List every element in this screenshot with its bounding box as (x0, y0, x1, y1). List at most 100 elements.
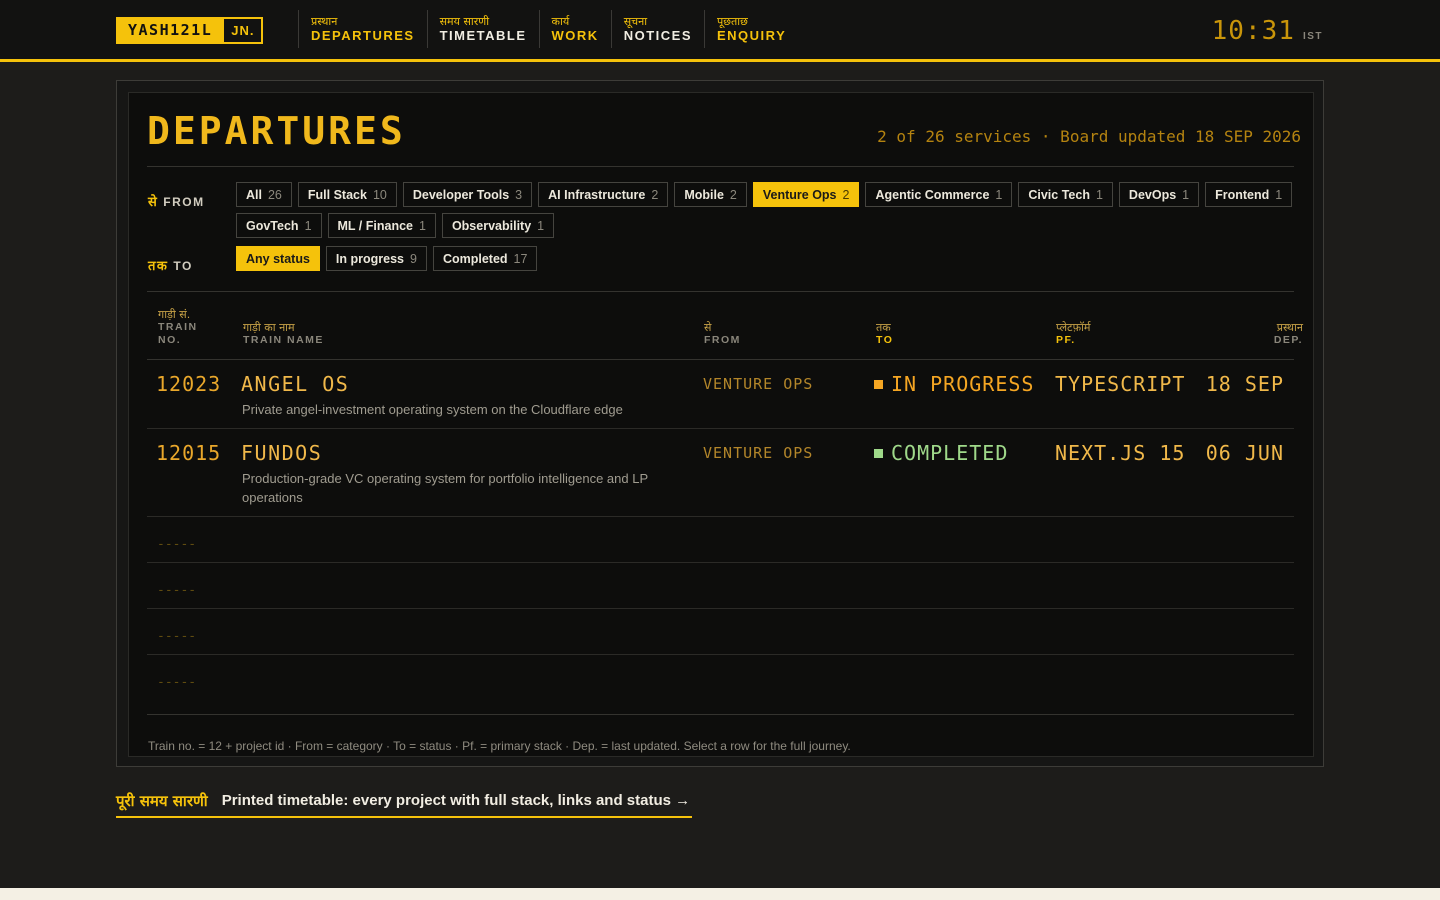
category-chip[interactable]: Agentic Commerce 1 (865, 182, 1013, 207)
nav-label: NOTICES (623, 27, 692, 43)
train-number: 12015 (156, 441, 222, 465)
nav-label-hindi: पूछताछ (717, 14, 748, 28)
nav-notices[interactable]: सूचना NOTICES (610, 10, 704, 48)
col-to: तक TO (876, 321, 893, 347)
col-hindi: से (704, 321, 712, 334)
col-hindi: गाड़ी सं. (158, 308, 191, 321)
status-dot-icon (874, 379, 883, 389)
chip-label: Any status (246, 251, 310, 266)
chip-label: ML / Finance (337, 218, 413, 233)
footer-band (0, 888, 1440, 900)
clock-time: 10:31 (1211, 16, 1295, 46)
nav-label: WORK (551, 27, 599, 43)
category-chip[interactable]: GovTech 1 (236, 213, 322, 238)
category-chip[interactable]: AI Infrastructure 2 (538, 182, 669, 207)
chip-count: 2 (729, 187, 737, 202)
category-filter-chips: All 26 Full Stack 10 Developer Tools 3 AI Infr… (236, 182, 1296, 238)
category-chip[interactable]: Mobile 2 (674, 182, 747, 207)
category-chip[interactable]: All 26 (236, 182, 292, 207)
col-train-name: गाड़ी का नाम TRAIN NAME (243, 321, 324, 347)
status-text: IN PROGRESS (891, 372, 1035, 396)
empty-placeholder: ----- (157, 675, 197, 690)
nav-label-hindi: समय सारणी (439, 14, 490, 28)
to-label-hindi: तक (148, 259, 169, 274)
timetable-link-label: Printed timetable: every project with fu… (221, 792, 691, 809)
main-nav: प्रस्थान DEPARTURES समय सारणी TIMETABLE … (298, 10, 798, 48)
divider (147, 291, 1294, 292)
category-chip[interactable]: Developer Tools 3 (402, 182, 533, 207)
col-label: FROM (704, 334, 741, 346)
nav-label-hindi: सूचना (623, 14, 648, 28)
train-from: VENTURE OPS (703, 375, 814, 393)
category-chip[interactable]: Full Stack 10 (297, 182, 397, 207)
col-platform: प्लेटफ़ॉर्म PF. (1056, 321, 1091, 347)
col-from: से FROM (704, 321, 741, 347)
empty-row: ----- (147, 609, 1294, 655)
status-chip[interactable]: Completed 17 (432, 246, 538, 271)
category-chip[interactable]: Venture Ops 2 (752, 182, 860, 207)
train-status: COMPLETED (874, 441, 1008, 465)
train-description: Production-grade VC operating system for… (242, 471, 648, 505)
to-filter-label: तक TO (148, 256, 193, 274)
departure-board-frame: DEPARTURES 2 of 26 services · Board upda… (116, 80, 1324, 767)
train-platform: TYPESCRIPT (1055, 372, 1186, 396)
status-chip[interactable]: In progress 9 (325, 246, 427, 271)
chip-count: 1 (1182, 187, 1190, 202)
nav-departures[interactable]: प्रस्थान DEPARTURES (298, 10, 427, 48)
col-label: TO (876, 334, 894, 346)
category-chip[interactable]: DevOps 1 (1118, 182, 1200, 207)
status-chip[interactable]: Any status (236, 246, 320, 271)
nav-enquiry[interactable]: पूछताछ ENQUIRY (704, 10, 798, 48)
chip-label: GovTech (246, 218, 299, 233)
chip-label: Agentic Commerce (875, 187, 990, 202)
category-chip[interactable]: ML / Finance 1 (327, 213, 436, 238)
category-chip[interactable]: Civic Tech 1 (1018, 182, 1113, 207)
table-row[interactable]: 12015 FUNDOS Production-grade VC operati… (147, 429, 1294, 517)
to-label: TO (173, 259, 193, 273)
category-chip[interactable]: Observability 1 (441, 213, 555, 238)
status-dot-icon (874, 448, 883, 458)
col-label: TRAIN NAME (243, 334, 324, 346)
train-departure: 06 JUN (1205, 441, 1284, 465)
col-label: DEP. (1273, 334, 1303, 346)
train-platform: NEXT.JS 15 (1055, 441, 1186, 465)
nav-label: TIMETABLE (439, 27, 527, 43)
departure-board: DEPARTURES 2 of 26 services · Board upda… (128, 92, 1314, 757)
nav-timetable[interactable]: समय सारणी TIMETABLE (426, 10, 539, 48)
col-label: TRAIN (158, 321, 198, 333)
from-filter-label: से FROM (148, 192, 205, 210)
station-logo[interactable]: YASH121L JN. (116, 17, 264, 44)
chip-count: 2 (651, 187, 659, 202)
chip-count: 9 (409, 251, 417, 266)
timetable-link[interactable]: पूरी समय सारणी Printed timetable: every … (116, 785, 693, 818)
col-hindi: तक (876, 321, 891, 334)
col-hindi: गाड़ी का नाम (243, 321, 295, 334)
chip-label: Developer Tools (412, 187, 510, 202)
train-departure: 18 SEP (1205, 372, 1284, 396)
chip-count: 1 (304, 218, 312, 233)
board-legend: Train no. = 12 + project id · From = cat… (148, 739, 851, 753)
chip-count: 1 (419, 218, 426, 233)
chip-label: All (246, 187, 262, 202)
chip-count: 17 (513, 251, 528, 266)
col-train-no: गाड़ी सं. TRAIN NO. (158, 308, 198, 347)
board-meta: 2 of 26 services · Board updated 18 SEP … (877, 127, 1301, 146)
chip-count: 1 (537, 218, 545, 233)
chip-label: Venture Ops (762, 187, 837, 202)
train-number: 12023 (156, 372, 222, 396)
chip-label: Full Stack (307, 187, 367, 202)
nav-label-hindi: कार्य (551, 14, 570, 28)
category-chip[interactable]: Frontend 1 (1205, 182, 1293, 207)
nav-work[interactable]: कार्य WORK (538, 10, 611, 48)
chip-count: 10 (372, 187, 387, 202)
empty-placeholder: ----- (157, 629, 197, 644)
top-bar: YASH121L JN. प्रस्थान DEPARTURES समय सार… (0, 0, 1440, 62)
table-row[interactable]: 12023 ANGEL OS Private angel-investment … (147, 360, 1294, 429)
logo-name: YASH121L (118, 19, 223, 42)
chip-count: 26 (267, 187, 282, 202)
chip-label: Civic Tech (1028, 187, 1090, 202)
train-description: Private angel-investment operating syste… (242, 402, 623, 417)
status-text: COMPLETED (891, 441, 1009, 465)
col-label: NO. (158, 334, 182, 346)
chip-count: 1 (1095, 187, 1103, 202)
